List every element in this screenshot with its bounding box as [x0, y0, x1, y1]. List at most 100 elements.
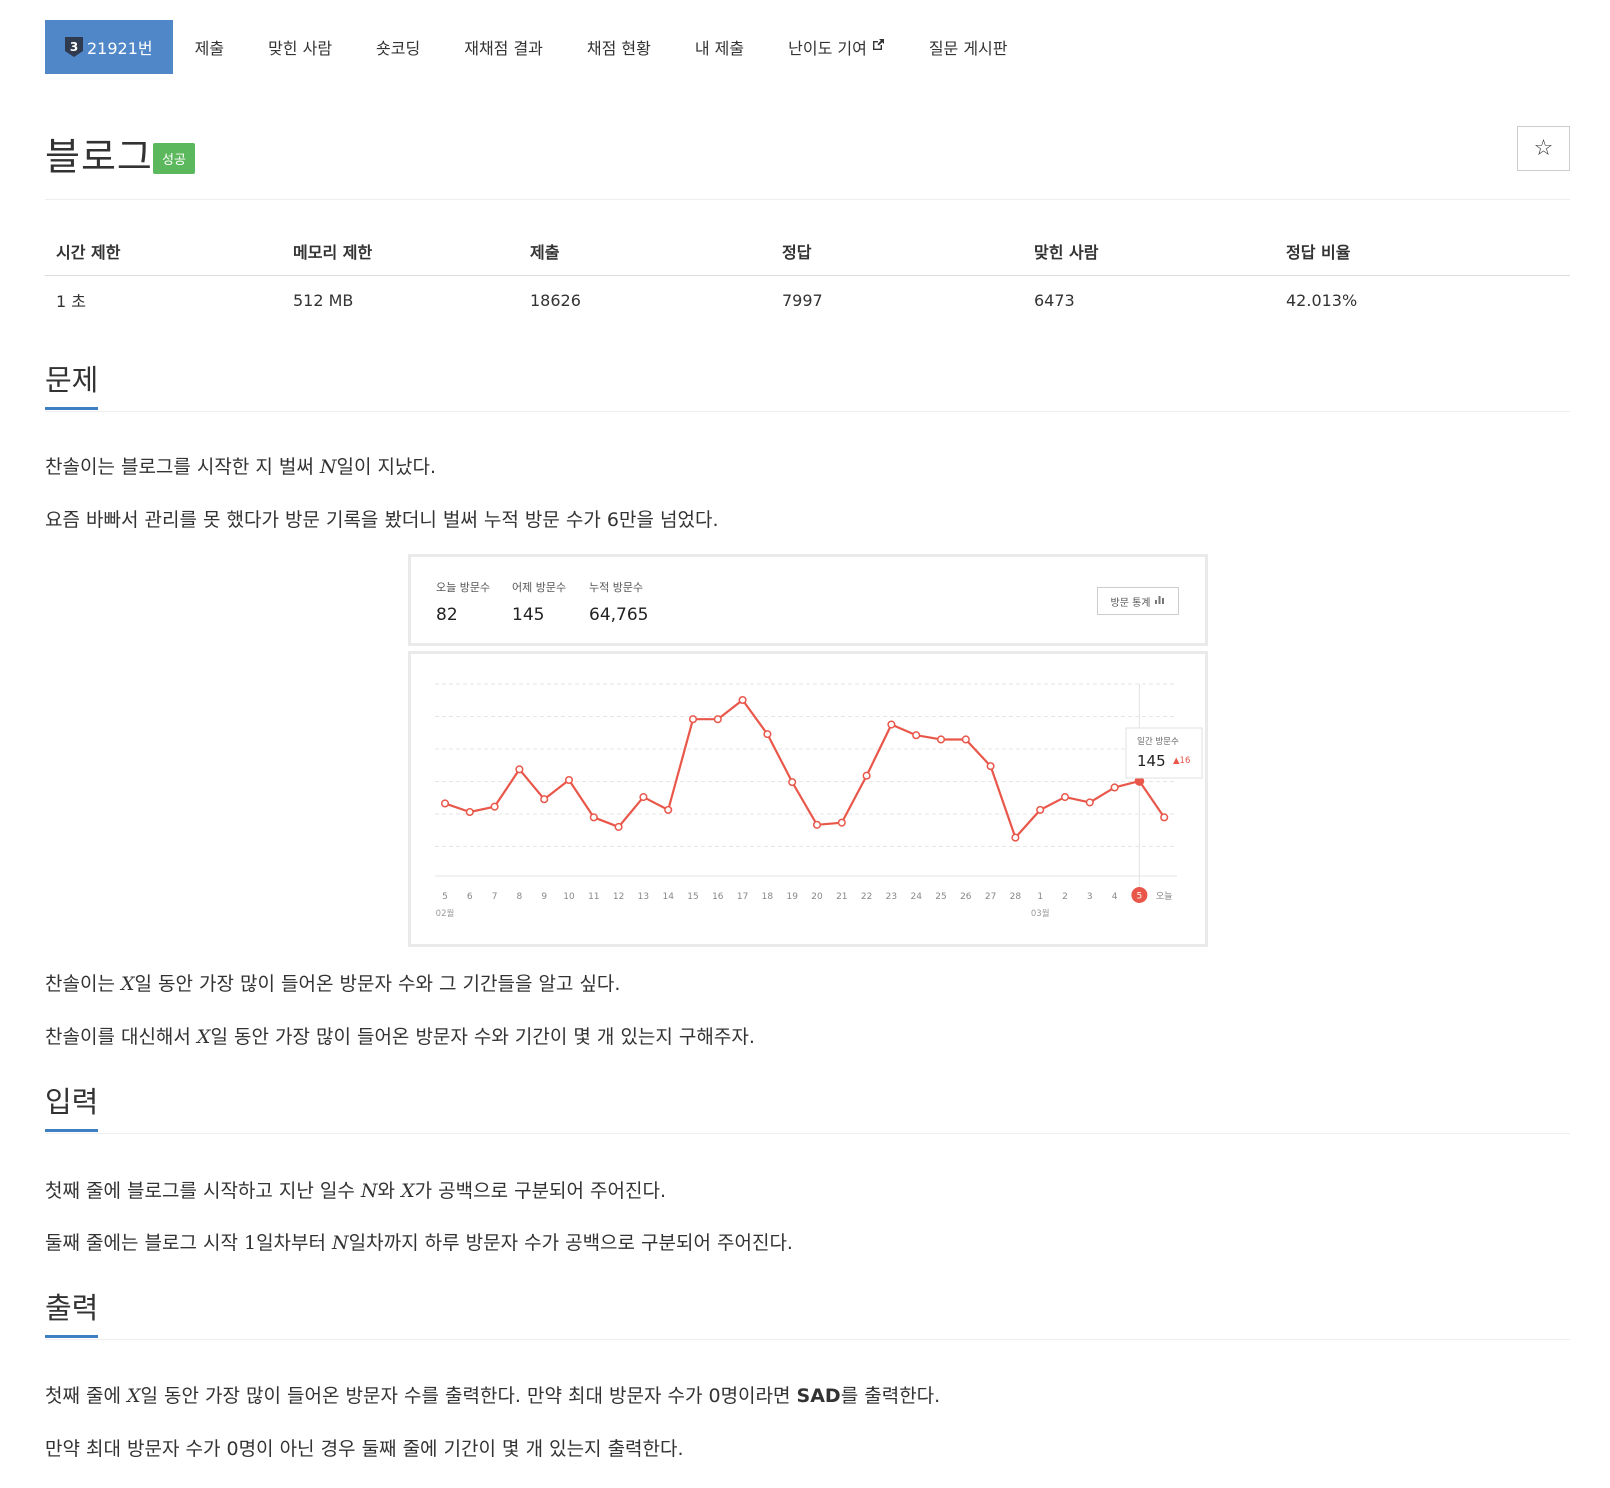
tick-label: 4	[1112, 892, 1118, 902]
tick-label: 9	[541, 892, 547, 902]
problem-paragraph-4: 찬솔이를 대신해서 X일 동안 가장 많이 들어온 방문자 수와 기간이 몇 개…	[45, 1022, 755, 1049]
output-section-title: 출력	[45, 1290, 99, 1338]
data-point	[664, 805, 673, 814]
nav-submit[interactable]: 제출	[173, 20, 246, 74]
tick-label: 8	[517, 892, 523, 902]
data-point	[589, 813, 598, 822]
header-submissions: 제출	[519, 229, 771, 276]
input-section-title: 입력	[45, 1084, 99, 1132]
star-button[interactable]: ☆	[1517, 126, 1570, 171]
tick-label: 21	[836, 892, 847, 902]
text: 찬솔이는 블로그를 시작한 지 벌써	[45, 456, 320, 478]
output-section-header: 출력	[45, 1290, 1570, 1340]
nav-solvers[interactable]: 맞힌 사람	[246, 20, 354, 74]
tick-label: 14	[662, 892, 674, 902]
header-memory-limit: 메모리 제한	[282, 229, 519, 276]
stat-total-label: 누적 방문수	[589, 581, 644, 594]
data-point	[440, 799, 450, 808]
input-section-header: 입력	[45, 1084, 1570, 1134]
tick-label: 24	[910, 892, 922, 902]
series-line	[444, 698, 1166, 839]
nav-difficulty[interactable]: 난이도 기여	[766, 20, 907, 74]
title-row: 블로그 성공 ☆	[45, 126, 1570, 200]
nav-short-coding[interactable]: 숏코딩	[354, 20, 442, 74]
tick-label: 1	[1037, 892, 1043, 902]
value-solvers: 6473	[1034, 290, 1075, 310]
input-paragraph-2: 둘째 줄에는 블로그 시작 1일차부터 N일차까지 하루 방문자 수가 공백으로…	[45, 1228, 793, 1255]
table-row: 1 초 512 MB 18626 7997 6473 42.013%	[45, 276, 1570, 325]
visitor-stats-button-label: 방문 통계	[1110, 597, 1151, 609]
input-paragraph-1: 첫째 줄에 블로그를 시작하고 지난 일수 N와 X가 공백으로 구분되어 주어…	[45, 1176, 666, 1203]
visitor-line-chart: 5 6 7 8 9 10 11 12 13 14 15 16 17 18 19 20 21 22 23 24 25 26 2…	[408, 651, 1208, 947]
text: 찬솔이를 대신해서	[45, 1026, 197, 1048]
data-point	[490, 802, 499, 811]
stat-yesterday-value: 145	[512, 605, 545, 625]
tier-badge-icon: 3	[65, 37, 83, 57]
text: 일이 지났다.	[336, 456, 437, 478]
data-point	[1085, 798, 1094, 807]
text: 찬솔이는	[45, 973, 121, 995]
data-point	[763, 730, 772, 739]
nav-problem-number[interactable]: 3 21921번	[45, 20, 173, 74]
data-point	[1110, 783, 1119, 792]
data-point	[986, 762, 995, 771]
header-accepted: 정답	[771, 229, 1023, 276]
nav-status[interactable]: 채점 현황	[565, 20, 673, 74]
data-point	[1011, 833, 1020, 842]
math-var: X	[401, 1180, 415, 1202]
data-point	[1060, 793, 1070, 802]
data-point	[788, 778, 797, 787]
tick-label: 23	[886, 892, 897, 902]
nav-difficulty-label: 난이도 기여	[788, 39, 867, 58]
data-point	[936, 735, 946, 744]
tick-label: 28	[1010, 892, 1022, 902]
tick-label: 6	[467, 892, 473, 902]
header-ratio: 정답 비율	[1275, 229, 1570, 276]
text: 첫째 줄에 블로그를 시작하고 지난 일수	[45, 1180, 361, 1202]
math-var: N	[319, 456, 337, 478]
visitor-stats-image: 오늘 방문수 82 어제 방문수 145 누적 방문수 64,765 방문 통계…	[408, 554, 1208, 947]
tick-label: 10	[563, 892, 575, 902]
nav-rejudge[interactable]: 재채점 결과	[442, 20, 565, 74]
tooltip-value: 145	[1137, 752, 1166, 770]
stat-today-label: 오늘 방문수	[436, 581, 491, 594]
data-point	[887, 720, 896, 729]
tooltip-label: 일간 방문수	[1137, 736, 1179, 747]
stat-today: 오늘 방문수 82	[436, 579, 490, 625]
value-ratio: 42.013%	[1286, 290, 1358, 310]
data-point	[812, 820, 822, 829]
data-point	[837, 818, 846, 827]
problem-paragraph-1: 찬솔이는 블로그를 시작한 지 벌써 N일이 지났다.	[45, 452, 436, 479]
tick-label: 오늘	[1156, 891, 1173, 902]
tick-label: 11	[588, 892, 599, 902]
text: 를 출력한다.	[840, 1385, 941, 1407]
data-point	[1036, 805, 1045, 814]
text: 와	[377, 1180, 402, 1202]
data-point	[912, 731, 921, 740]
table-header-row: 시간 제한 메모리 제한 제출 정답 맞힌 사람 정답 비율	[45, 229, 1570, 276]
problem-paragraph-2: 요즘 바빠서 관리를 못 했다가 방문 기록을 봤더니 벌써 누적 방문 수가 …	[45, 509, 719, 531]
nav-my-submissions[interactable]: 내 제출	[673, 20, 766, 74]
text: 첫째 줄에	[45, 1385, 127, 1407]
text: 가 공백으로 구분되어 주어진다.	[414, 1180, 667, 1202]
tick-label: 22	[861, 892, 872, 902]
data-point	[614, 822, 623, 831]
output-paragraph-1: 첫째 줄에 X일 동안 가장 많이 들어온 방문자 수를 출력한다. 만약 최대…	[45, 1381, 940, 1408]
stat-total-value: 64,765	[589, 605, 649, 625]
data-point	[738, 695, 747, 705]
problem-nav: 3 21921번 제출 맞힌 사람 숏코딩 재채점 결과 채점 현황 내 제출 …	[45, 20, 1030, 74]
tick-label: 5	[1137, 892, 1143, 902]
data-point	[713, 715, 722, 724]
tick-label: 13	[638, 892, 649, 902]
text: 일 동안 가장 많이 들어온 방문자 수를 출력한다. 만약 최대 방문자 수가…	[140, 1385, 797, 1407]
math-var: N	[360, 1180, 378, 1202]
nav-board[interactable]: 질문 게시판	[907, 20, 1030, 74]
tick-label: 27	[985, 892, 996, 902]
status-badge: 성공	[153, 143, 195, 174]
stat-yesterday: 어제 방문수 145	[512, 579, 566, 625]
text: 일차까지 하루 방문자 수가 공백으로 구분되어 주어진다.	[348, 1232, 793, 1254]
tick-label: 25	[935, 892, 946, 902]
math-var: X	[127, 1385, 141, 1407]
tick-label: 3	[1087, 892, 1093, 902]
external-link-icon	[871, 38, 885, 56]
